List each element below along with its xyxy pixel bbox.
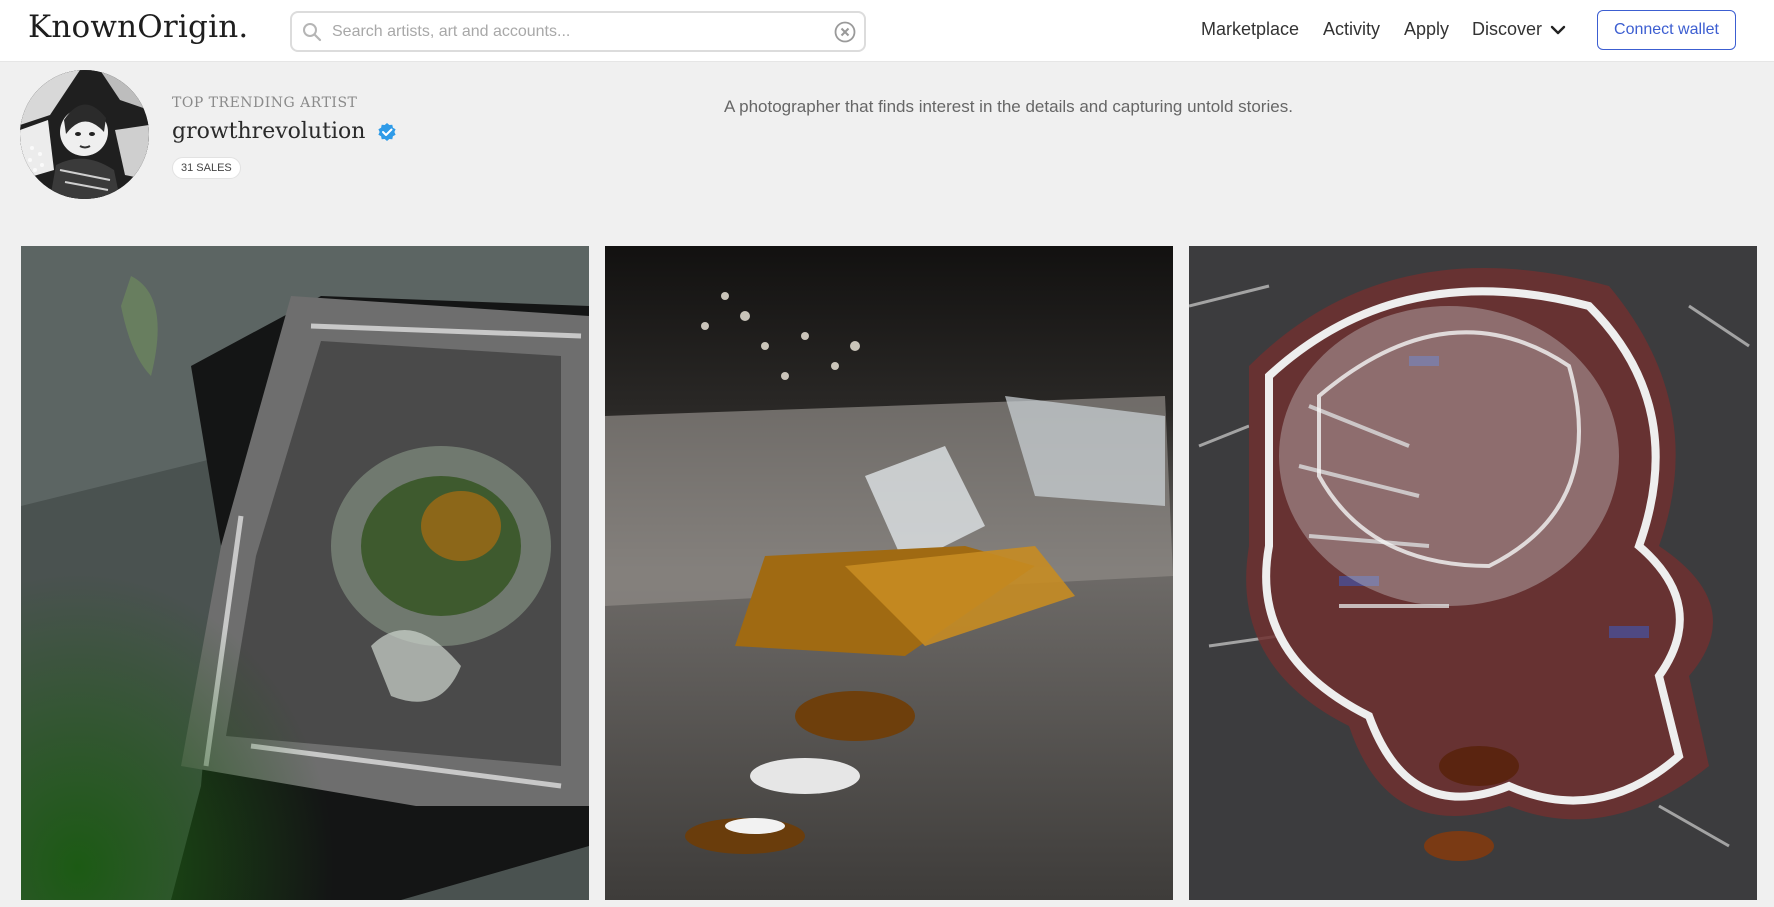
site-logo[interactable]: KnownOrigin. [28, 9, 248, 45]
search-input[interactable] [330, 18, 810, 45]
artwork-image [21, 246, 589, 900]
top-navigation-bar: KnownOrigin. Marketplace Activity Apply … [0, 0, 1774, 62]
nav-apply-link[interactable]: Apply [1404, 19, 1449, 40]
artist-bio: A photographer that finds interest in th… [724, 97, 1293, 116]
nav-discover-dropdown[interactable]: Discover [1472, 19, 1566, 40]
artist-eyebrow-label: TOP TRENDING ARTIST [172, 95, 358, 111]
artist-avatar-image [20, 70, 149, 199]
connect-wallet-button[interactable]: Connect wallet [1597, 10, 1736, 50]
artwork-image [1189, 246, 1757, 900]
artwork-image [605, 246, 1173, 900]
sales-count-badge: 31 SALES [172, 157, 241, 179]
search-box[interactable] [290, 11, 866, 52]
artist-avatar[interactable] [20, 70, 149, 199]
artwork-card[interactable] [605, 246, 1173, 900]
nav-discover-label: Discover [1472, 19, 1543, 39]
verified-badge-icon [378, 122, 397, 141]
chevron-down-icon [1550, 25, 1566, 34]
artist-name[interactable]: growthrevolution [172, 119, 365, 144]
artwork-card[interactable] [1189, 246, 1757, 900]
artist-name-row: growthrevolution [172, 119, 397, 144]
artwork-card[interactable] [21, 246, 589, 900]
nav-marketplace-link[interactable]: Marketplace [1201, 19, 1299, 40]
clear-search-icon[interactable] [834, 21, 856, 43]
nav-activity-link[interactable]: Activity [1323, 19, 1380, 40]
search-icon [303, 23, 322, 42]
